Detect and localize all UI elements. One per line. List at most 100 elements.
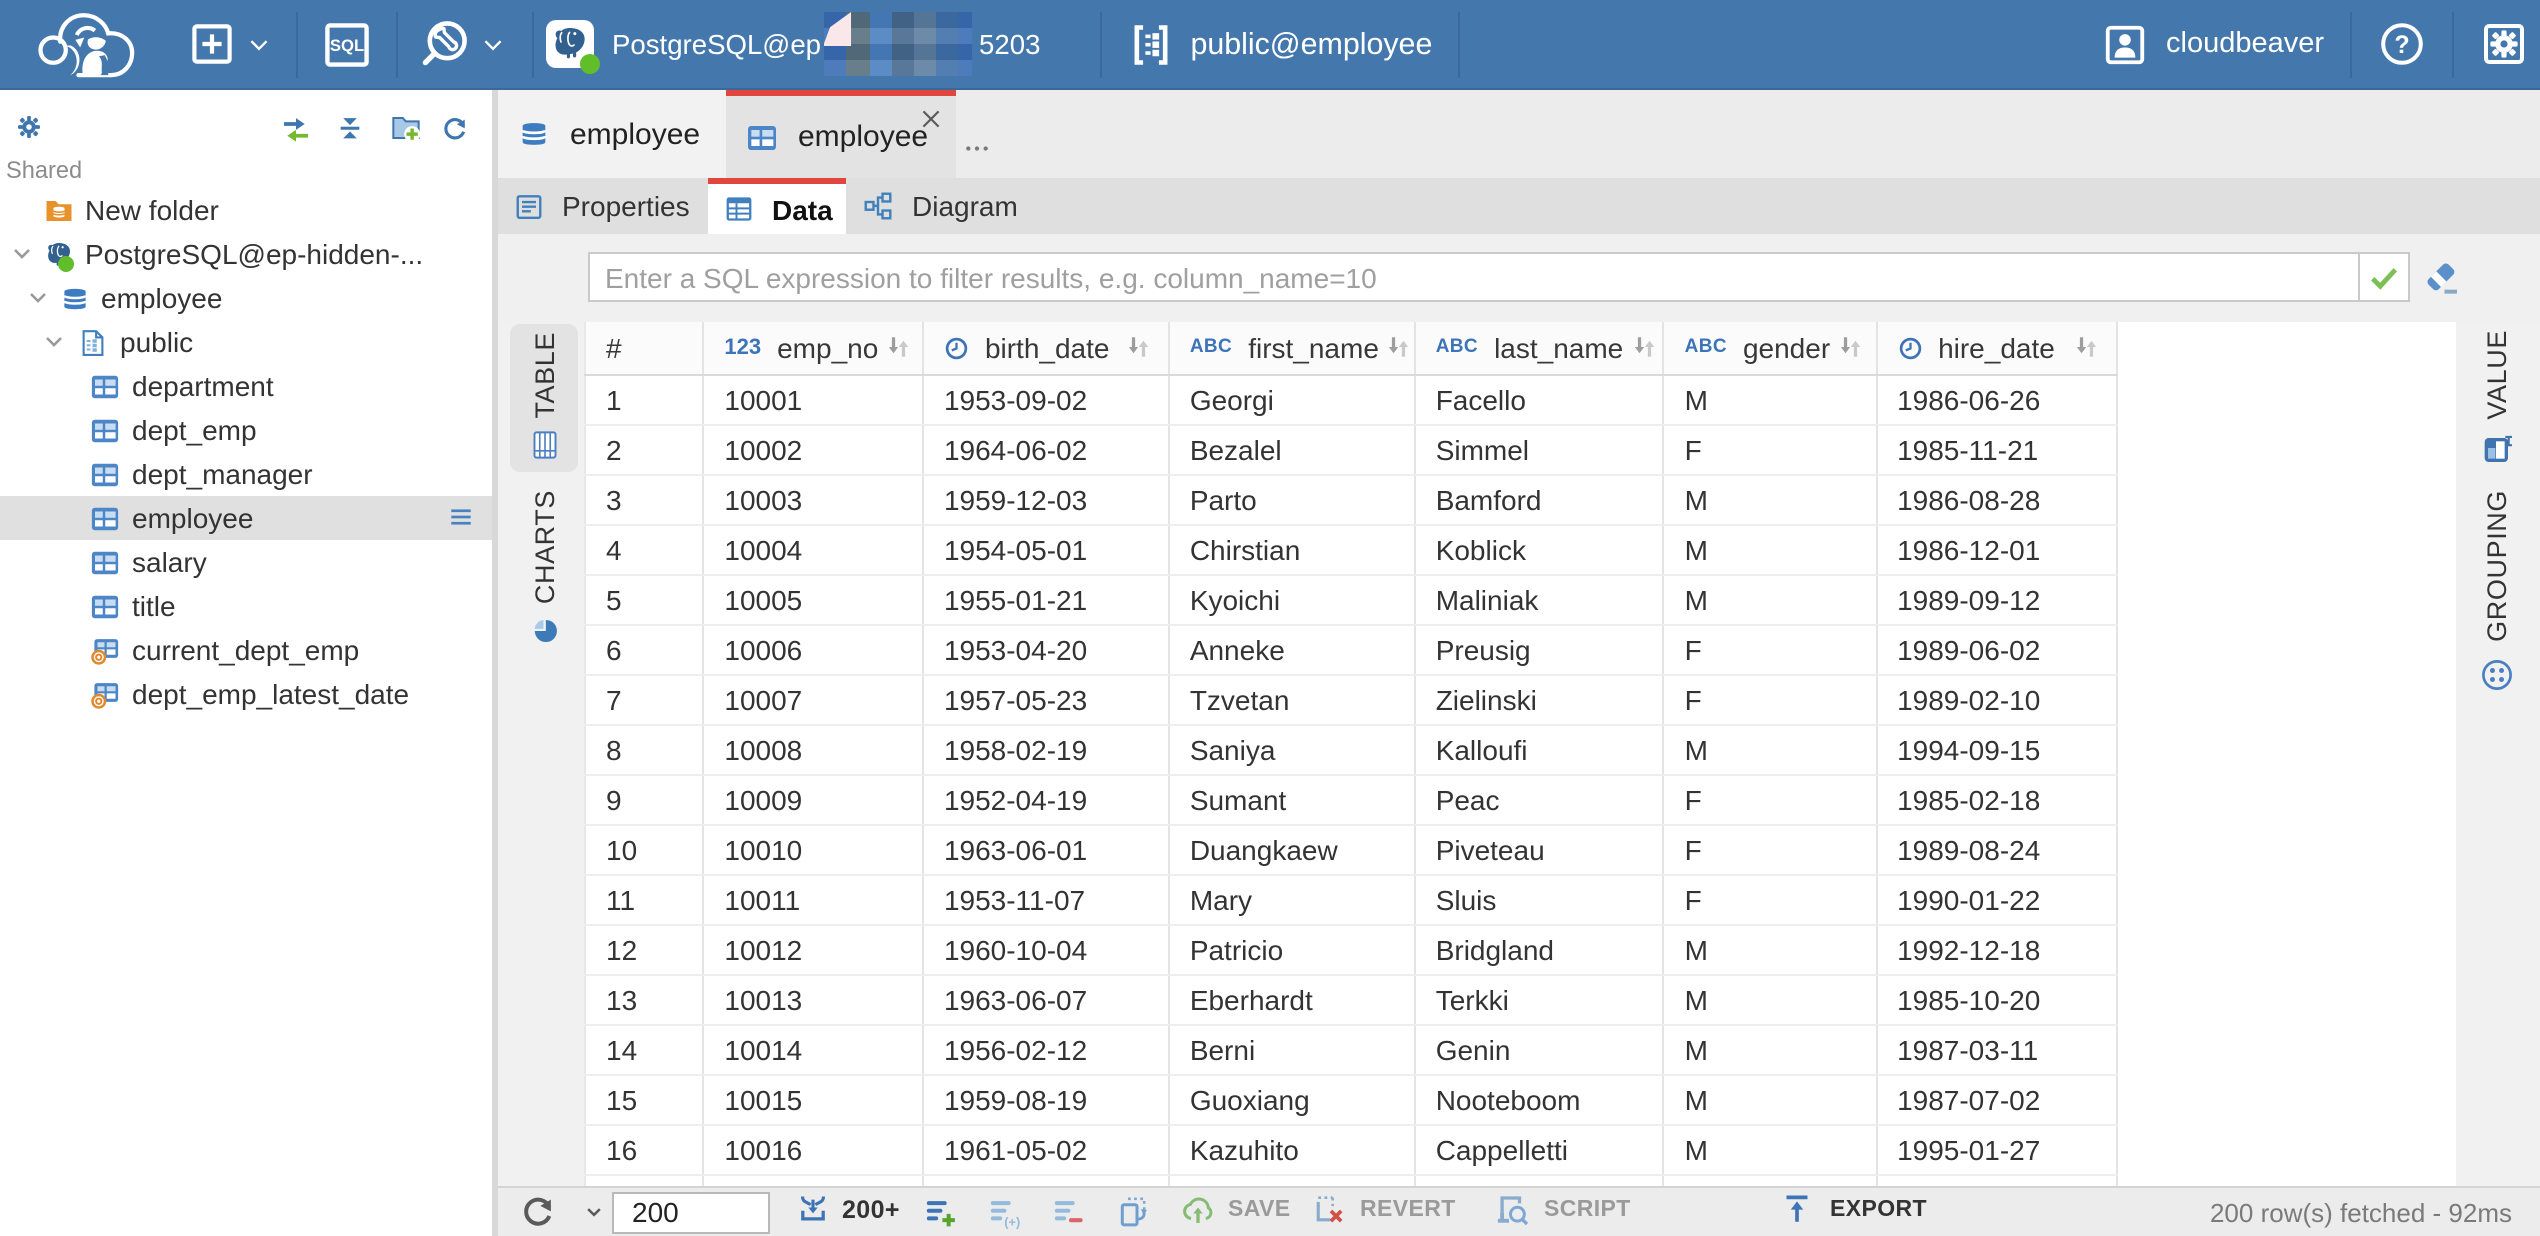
grid-cell[interactable]: Koblick xyxy=(1415,524,1664,574)
grid-cell[interactable]: Cristinel xyxy=(1169,1174,1415,1186)
add-row-icon[interactable] xyxy=(924,1196,958,1230)
grid-cell[interactable]: 1986-06-26 xyxy=(1876,374,2116,424)
grid-cell[interactable]: F xyxy=(1664,424,1876,474)
grid-cell[interactable]: Patricio xyxy=(1169,924,1415,974)
tree-item-public[interactable]: public xyxy=(0,320,492,364)
tree-item-salary[interactable]: salary xyxy=(0,540,492,584)
grid-cell[interactable]: Saniya xyxy=(1169,724,1415,774)
expand-chevron-icon[interactable] xyxy=(41,330,65,354)
grid-cell[interactable]: 14 xyxy=(585,1024,703,1074)
grid-cell[interactable]: 10007 xyxy=(703,674,923,724)
sort-arrows-icon[interactable] xyxy=(1387,335,1412,361)
grid-cell[interactable]: 1987-03-11 xyxy=(1876,1024,2116,1074)
grid-cell[interactable]: Mary xyxy=(1169,874,1415,924)
grid-cell[interactable]: F xyxy=(1664,624,1876,674)
grid-cell[interactable]: 1953-11-07 xyxy=(923,874,1169,924)
grid-cell[interactable]: Chirstian xyxy=(1169,524,1415,574)
grid-cell[interactable]: Bouloucos xyxy=(1415,1174,1664,1186)
grid-cell[interactable]: 1985-02-18 xyxy=(1876,774,2116,824)
sort-arrows-icon[interactable] xyxy=(1838,335,1863,361)
grid-cell[interactable]: F xyxy=(1664,674,1876,724)
grid-cell[interactable]: 16 xyxy=(585,1124,703,1174)
grid-cell[interactable]: M xyxy=(1664,724,1876,774)
grid-cell[interactable]: 1958-07-06 xyxy=(923,1174,1169,1186)
cloudbeaver-logo-icon[interactable] xyxy=(34,9,140,79)
grid-cell[interactable]: 10013 xyxy=(703,974,923,1024)
user-menu[interactable]: cloudbeaver xyxy=(2102,21,2324,67)
grid-cell[interactable]: 1959-08-19 xyxy=(923,1074,1169,1124)
grid-cell[interactable]: 7 xyxy=(585,674,703,724)
grid-cell[interactable]: 12 xyxy=(585,924,703,974)
grid-cell[interactable]: M xyxy=(1664,974,1876,1024)
subtab-diagram[interactable]: Diagram xyxy=(846,178,1018,234)
settings-button[interactable] xyxy=(2480,20,2528,68)
grid-cell[interactable]: Kazuhito xyxy=(1169,1124,1415,1174)
grid-cell[interactable]: M xyxy=(1664,1124,1876,1174)
tree-item-dept-emp-latest-date[interactable]: dept_emp_latest_date xyxy=(0,672,492,716)
grid-cell[interactable]: 1959-12-03 xyxy=(923,474,1169,524)
grid-cell[interactable]: 1989-02-10 xyxy=(1876,674,2116,724)
grid-cell[interactable]: Bezalel xyxy=(1169,424,1415,474)
grid-cell[interactable]: 1953-09-02 xyxy=(923,374,1169,424)
sort-arrows-icon[interactable] xyxy=(1127,335,1152,361)
column-header-birth_date[interactable]: birth_date xyxy=(923,322,1169,374)
column-header-gender[interactable]: ABCgender xyxy=(1664,322,1876,374)
refresh-tree-icon[interactable] xyxy=(440,113,470,143)
grid-cell[interactable]: 10016 xyxy=(703,1124,923,1174)
close-tab-icon[interactable] xyxy=(918,106,944,132)
presentation-tab-charts[interactable]: CHARTS xyxy=(510,490,578,646)
grid-cell[interactable]: 3 xyxy=(585,474,703,524)
tab-employee-table[interactable]: employee xyxy=(726,90,956,178)
grid-cell[interactable]: 9 xyxy=(585,774,703,824)
connection-selector[interactable]: PostgreSQL@ep 5203 xyxy=(546,12,1040,76)
tree-item-dept-manager[interactable]: dept_manager xyxy=(0,452,492,496)
grid-cell[interactable]: 10009 xyxy=(703,774,923,824)
grid-cell[interactable]: Guoxiang xyxy=(1169,1074,1415,1124)
grid-cell[interactable]: Berni xyxy=(1169,1024,1415,1074)
grid-cell[interactable]: 1953-04-20 xyxy=(923,624,1169,674)
grid-cell[interactable]: Anneke xyxy=(1169,624,1415,674)
grid-cell[interactable]: Parto xyxy=(1169,474,1415,524)
grid-cell[interactable]: M xyxy=(1664,1024,1876,1074)
delete-row-icon[interactable] xyxy=(1052,1196,1086,1230)
grid-cell[interactable]: Eberhardt xyxy=(1169,974,1415,1024)
subtab-properties[interactable]: Properties xyxy=(498,178,708,234)
grid-cell[interactable]: 8 xyxy=(585,724,703,774)
grid-cell[interactable]: 6 xyxy=(585,624,703,674)
grid-cell[interactable]: 10005 xyxy=(703,574,923,624)
grid-cell[interactable]: 10 xyxy=(585,824,703,874)
grid-cell[interactable]: 1989-08-24 xyxy=(1876,824,2116,874)
grid-cell[interactable]: M xyxy=(1664,1074,1876,1124)
grid-cell[interactable]: Zielinski xyxy=(1415,674,1664,724)
grid-cell[interactable]: Sumant xyxy=(1169,774,1415,824)
grid-cell[interactable]: M xyxy=(1664,474,1876,524)
grid-cell[interactable]: 1964-06-02 xyxy=(923,424,1169,474)
new-folder-icon[interactable] xyxy=(390,112,422,144)
grid-cell[interactable]: 10011 xyxy=(703,874,923,924)
grid-cell[interactable]: 1992-12-18 xyxy=(1876,924,2116,974)
sql-filter-input[interactable]: Enter a SQL expression to filter results… xyxy=(587,252,2357,302)
grid-cell[interactable]: 1994-09-15 xyxy=(1876,724,2116,774)
grid-cell[interactable]: F xyxy=(1664,874,1876,924)
grid-cell[interactable]: Peac xyxy=(1415,774,1664,824)
sort-arrows-icon[interactable] xyxy=(2074,335,2099,361)
duplicate-icon[interactable] xyxy=(1116,1194,1152,1230)
grid-cell[interactable]: 13 xyxy=(585,974,703,1024)
panel-tab-grouping[interactable]: GROUPING xyxy=(2463,490,2531,680)
grid-cell[interactable]: 1986-08-28 xyxy=(1876,474,2116,524)
grid-cell[interactable]: 1963-06-07 xyxy=(923,974,1169,1024)
grid-cell[interactable]: 2 xyxy=(585,424,703,474)
grid-cell[interactable]: 10010 xyxy=(703,824,923,874)
grid-cell[interactable]: 1989-09-12 xyxy=(1876,574,2116,624)
tree-item-employee[interactable]: employee xyxy=(0,276,492,320)
grid-cell[interactable]: Kyoichi xyxy=(1169,574,1415,624)
grid-cell[interactable]: M xyxy=(1664,924,1876,974)
tree-settings-gear-icon[interactable] xyxy=(14,112,44,142)
grid-cell[interactable]: 1952-04-19 xyxy=(923,774,1169,824)
grid-cell[interactable]: 1963-06-01 xyxy=(923,824,1169,874)
grid-cell[interactable]: M xyxy=(1664,574,1876,624)
tree-item-employee[interactable]: employee xyxy=(0,496,492,540)
grid-cell[interactable]: 1990-01-22 xyxy=(1876,874,2116,924)
grid-cell[interactable]: 4 xyxy=(585,524,703,574)
link-editor-icon[interactable] xyxy=(280,112,312,144)
